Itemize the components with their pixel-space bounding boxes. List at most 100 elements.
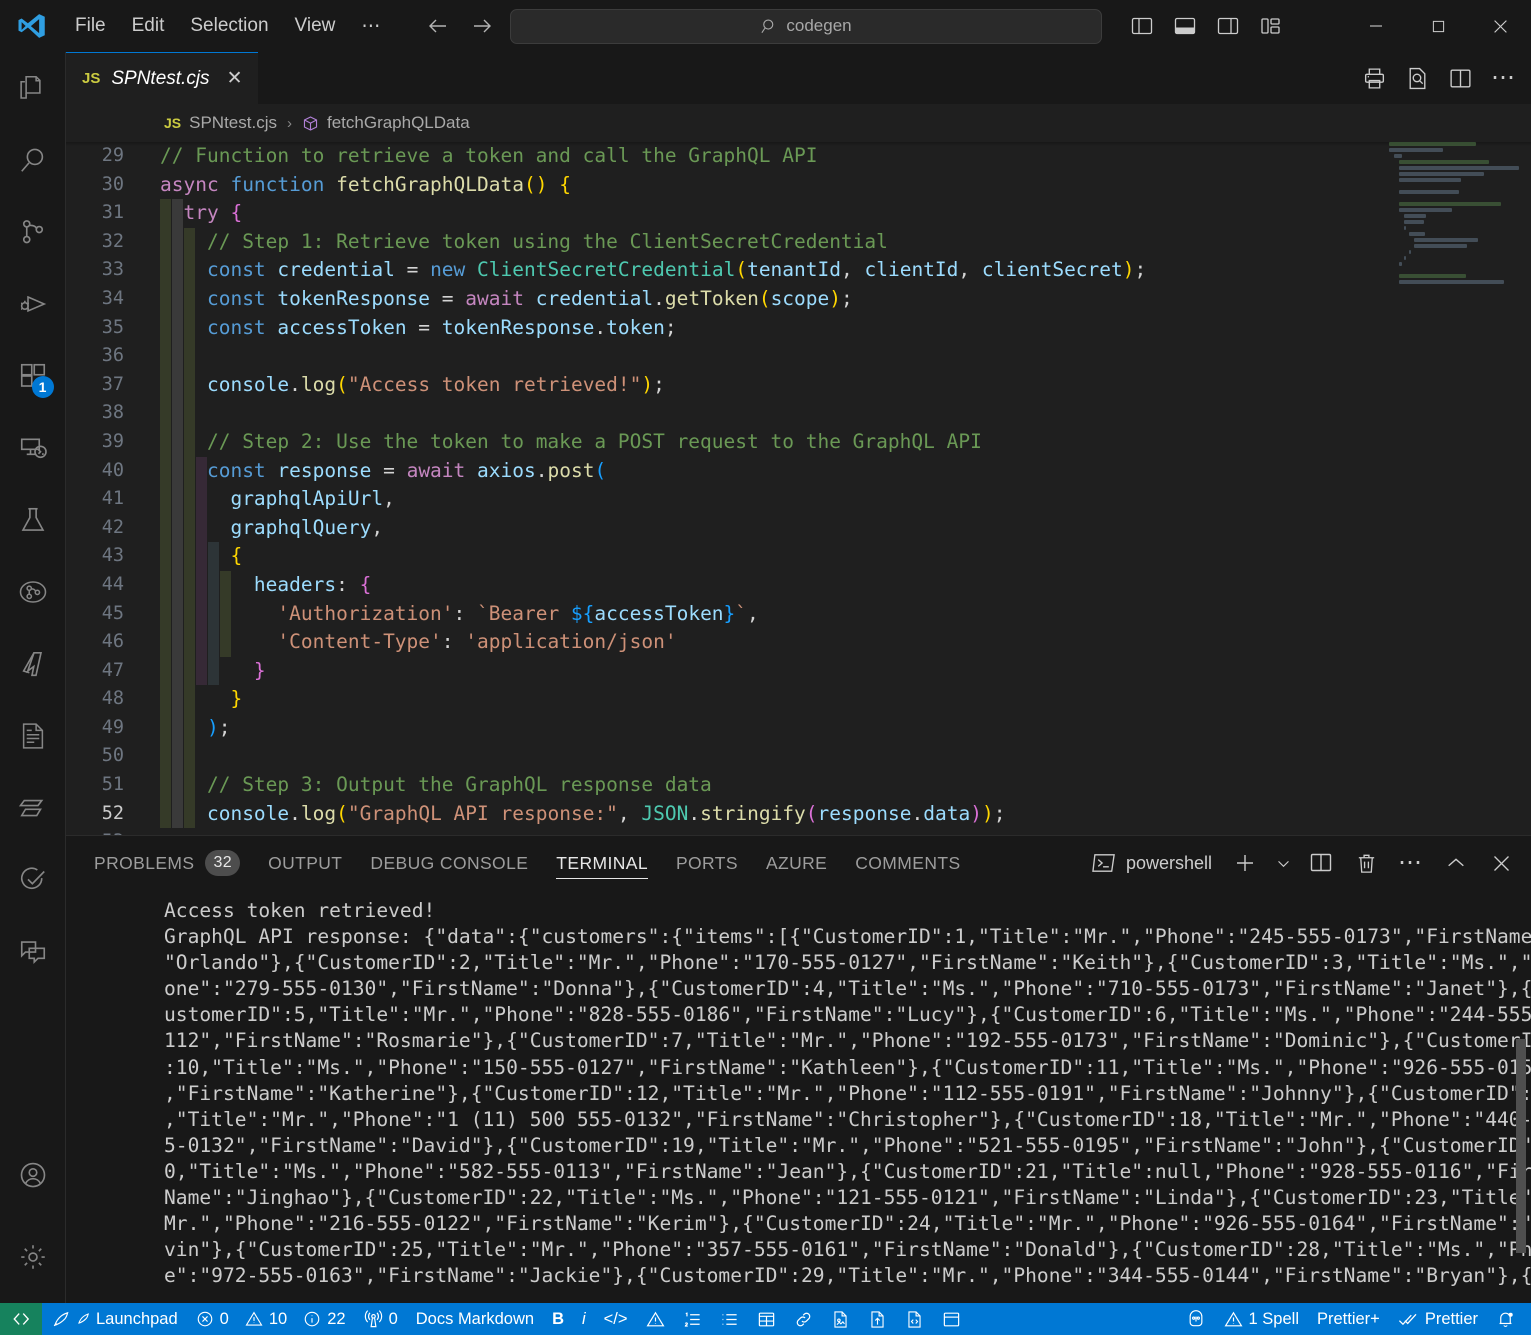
code-line[interactable]: 30 async function fetchGraphQLData() { [66,171,1531,200]
status-markdown-link[interactable] [785,1303,822,1335]
close-icon[interactable]: ✕ [227,67,243,90]
status-markdown-code[interactable]: </> [595,1303,637,1335]
split-terminal-icon[interactable] [1303,845,1339,881]
status-radio-tower[interactable]: 0 [355,1303,407,1335]
status-docs-markdown[interactable]: Docs Markdown [407,1303,543,1335]
status-markdown-italic[interactable]: i [573,1303,595,1335]
sidebar-item-source-control[interactable] [0,196,66,268]
code-line[interactable]: 41 graphqlApiUrl, [66,485,1531,514]
maximize-panel-icon[interactable] [1438,845,1474,881]
status-markdown-alert[interactable] [637,1303,674,1335]
panel-tab-comments[interactable]: COMMENTS [841,836,974,890]
customize-layout-icon[interactable] [1256,11,1286,41]
terminal-scrollbar[interactable] [1515,890,1529,1303]
code-line[interactable]: 50 [66,742,1531,771]
close-button[interactable] [1469,0,1531,52]
status-markdown-image[interactable] [822,1303,859,1335]
sidebar-item-todo-tree[interactable] [0,844,66,916]
sidebar-item-comments[interactable] [0,916,66,988]
code-line[interactable]: 46 'Content-Type': 'application/json' [66,628,1531,657]
panel-tab-output[interactable]: OUTPUT [254,836,356,890]
terminal-scrollbar-thumb[interactable] [1516,1038,1526,1254]
sidebar-item-fabric[interactable] [0,772,66,844]
menu-more[interactable]: ⋯ [348,10,393,43]
terminal-tab-powershell[interactable]: powershell [1092,852,1212,874]
code-line[interactable]: 38 [66,399,1531,428]
code-content[interactable]: 29 // Function to retrieve a token and ca… [66,142,1531,835]
status-markdown-bullet-list[interactable] [711,1303,748,1335]
more-actions-icon[interactable]: ⋯ [1393,845,1429,881]
code-line[interactable]: 42 graphqlQuery, [66,514,1531,543]
kill-terminal-icon[interactable] [1348,845,1384,881]
manage-settings-button[interactable] [0,1211,66,1303]
code-line[interactable]: 29 // Function to retrieve a token and ca… [66,142,1531,171]
code-line[interactable]: 36 [66,342,1531,371]
maximize-button[interactable] [1407,0,1469,52]
code-line[interactable]: 47 } [66,657,1531,686]
code-line[interactable]: 32 // Step 1: Retrieve token using the C… [66,228,1531,257]
sidebar-item-docs[interactable] [0,700,66,772]
status-launchpad[interactable]: Launchpad [42,1303,187,1335]
menu-file[interactable]: File [62,10,119,42]
remote-window-indicator[interactable] [0,1303,42,1335]
split-editor-icon[interactable] [1448,66,1473,91]
sidebar-item-azure-pipelines[interactable] [0,556,66,628]
panel-tab-terminal[interactable]: TERMINAL [542,836,662,890]
status-markdown-table[interactable] [748,1303,785,1335]
terminal-profile-dropdown-icon[interactable] [1272,845,1294,881]
accounts-button[interactable] [0,1139,66,1211]
sidebar-item-testing[interactable] [0,484,66,556]
status-markdown-ordered-list[interactable] [674,1303,711,1335]
code-line[interactable]: 43 { [66,542,1531,571]
code-editor[interactable]: 29 // Function to retrieve a token and ca… [66,142,1531,835]
sidebar-item-explorer[interactable] [0,52,66,124]
status-markdown-snippet[interactable] [896,1303,933,1335]
minimize-button[interactable] [1345,0,1407,52]
menu-view[interactable]: View [282,10,349,42]
arrow-left-icon[interactable] [421,9,455,43]
code-line[interactable]: 52 console.log("GraphQL API response:", … [66,800,1531,829]
toggle-secondary-sidebar-icon[interactable] [1213,11,1243,41]
status-prettier-plus[interactable]: Prettier+ [1308,1303,1389,1335]
toggle-primary-sidebar-icon[interactable] [1127,11,1157,41]
preview-icon[interactable] [1405,66,1430,91]
code-line[interactable]: 37 console.log("Access token retrieved!"… [66,371,1531,400]
breadcrumb-symbol[interactable]: fetchGraphQLData [327,113,470,133]
status-spell-check[interactable]: 1 Spell [1215,1303,1308,1335]
sidebar-item-extensions[interactable]: 1 [0,340,66,412]
panel-tab-azure[interactable]: AZURE [752,836,841,890]
status-markdown-template[interactable] [933,1303,970,1335]
menu-edit[interactable]: Edit [119,10,178,42]
panel-tab-debug-console[interactable]: DEBUG CONSOLE [356,836,542,890]
code-line[interactable]: 39 // Step 2: Use the token to make a PO… [66,428,1531,457]
code-line[interactable]: 34 const tokenResponse = await credentia… [66,285,1531,314]
status-markdown-bold[interactable]: B [543,1303,573,1335]
new-terminal-icon[interactable] [1227,845,1263,881]
code-line[interactable]: 51 // Step 3: Output the GraphQL respons… [66,771,1531,800]
status-markdown-upload[interactable] [859,1303,896,1335]
code-line[interactable]: 40 const response = await axios.post( [66,457,1531,486]
code-line[interactable]: 53 [66,828,1531,835]
code-line[interactable]: 49 ); [66,714,1531,743]
code-line[interactable]: 45 'Authorization': `Bearer ${accessToke… [66,600,1531,629]
panel-tab-ports[interactable]: PORTS [662,836,752,890]
code-line[interactable]: 44 headers: { [66,571,1531,600]
toggle-panel-icon[interactable] [1170,11,1200,41]
panel-tab-problems[interactable]: PROBLEMS 32 [80,836,254,890]
menu-selection[interactable]: Selection [177,10,281,42]
print-icon[interactable] [1362,66,1387,91]
code-line[interactable]: 35 const accessToken = tokenResponse.tok… [66,314,1531,343]
more-actions-icon[interactable]: ⋯ [1491,66,1517,90]
status-notifications[interactable] [1487,1303,1531,1335]
command-center[interactable]: codegen [510,8,1102,44]
sidebar-item-search[interactable] [0,124,66,196]
code-line[interactable]: 31 try { [66,199,1531,228]
code-line[interactable]: 48 } [66,685,1531,714]
sidebar-item-remote-explorer[interactable] [0,412,66,484]
status-problems[interactable]: 0 10 22 [187,1303,355,1335]
status-live-share[interactable] [1177,1303,1215,1335]
sidebar-item-azure[interactable] [0,628,66,700]
status-prettier[interactable]: Prettier [1389,1303,1487,1335]
sidebar-item-run-and-debug[interactable] [0,268,66,340]
arrow-right-icon[interactable] [465,9,499,43]
